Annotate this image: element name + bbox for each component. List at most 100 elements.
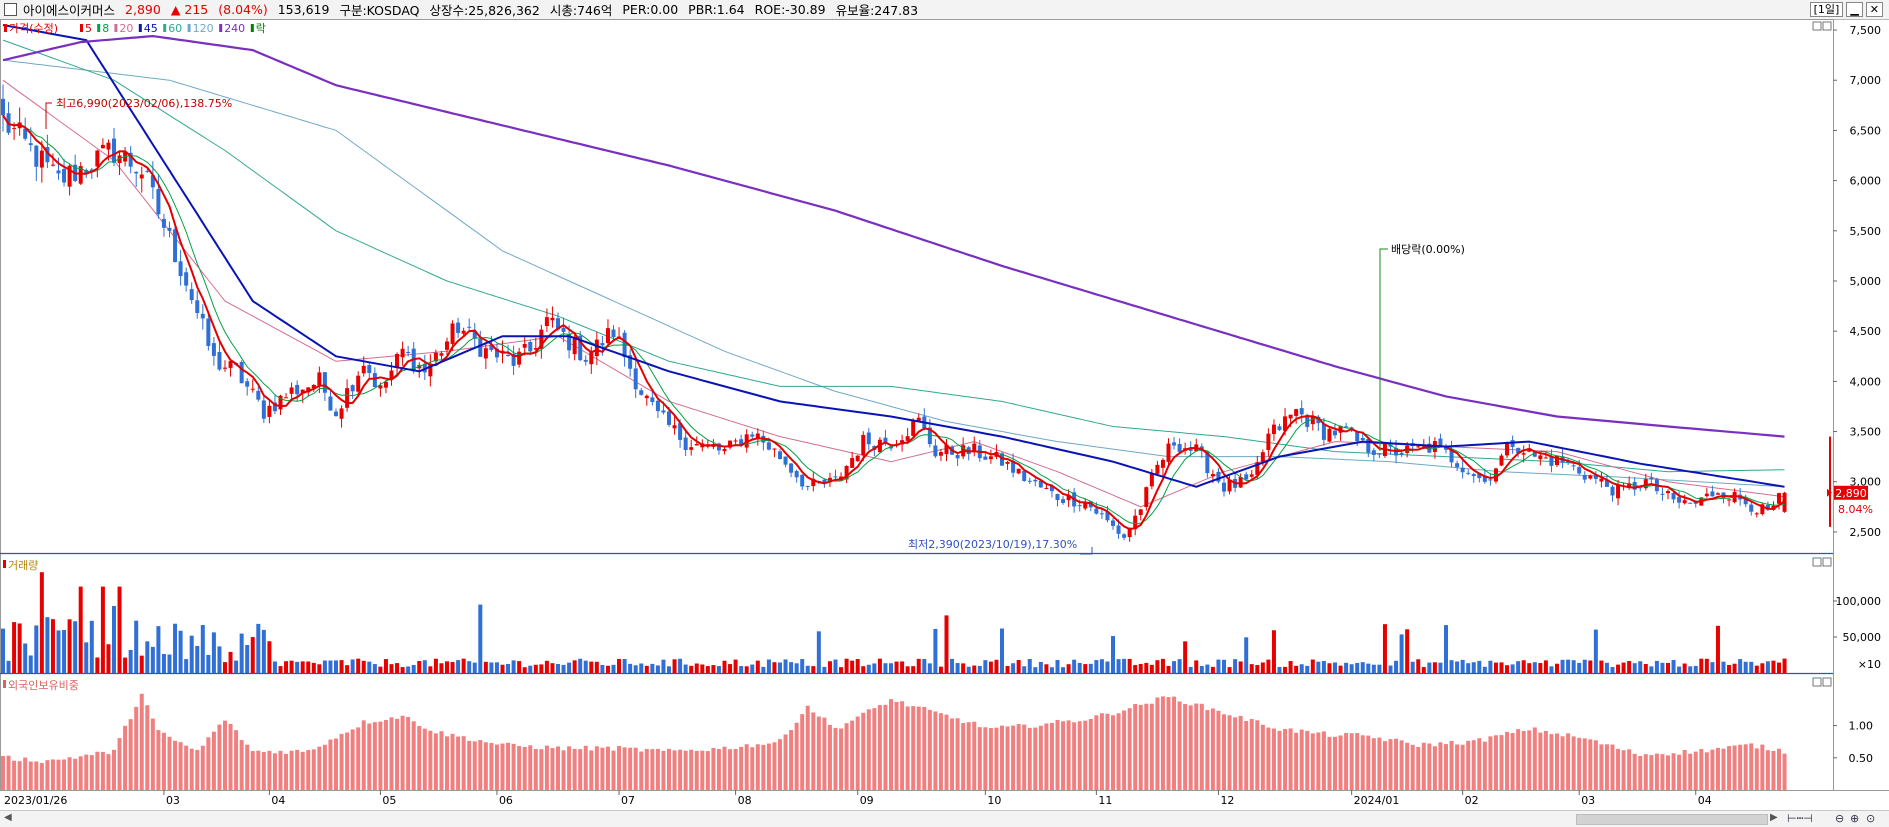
volume-bar — [1427, 662, 1432, 673]
volume-bar — [1466, 663, 1471, 673]
candle-body — [1149, 473, 1154, 487]
candle-body — [1715, 493, 1720, 495]
zoom-reset-icon[interactable]: ⊙ — [1866, 812, 1875, 825]
volume-bar — [250, 637, 255, 673]
candle-body — [406, 351, 411, 353]
volume-bar — [883, 663, 888, 673]
stock-chart[interactable]: 7,500 7,000 6,500 6,000 5,500 5,000 4,500 4,000… — [0, 19, 1889, 810]
volume-bar — [1543, 660, 1548, 673]
candle-body — [106, 142, 111, 150]
foreign-bar — [1305, 730, 1310, 790]
stock-header: 아이에스이커머스 2,890 ▲ 215 (8.04%) 153,619 구분:… — [0, 0, 1889, 20]
volume-bar — [927, 663, 932, 673]
candle-body — [789, 463, 794, 473]
candle-body — [1299, 408, 1304, 415]
candle-body — [478, 338, 483, 357]
foreign-bar — [933, 711, 938, 790]
candle-body — [1277, 426, 1282, 430]
volume-bar — [1499, 662, 1504, 673]
foreign-bar — [633, 747, 638, 790]
volume-bar — [1438, 662, 1443, 673]
volume-bar — [1327, 663, 1332, 673]
volume-bar — [1138, 663, 1143, 673]
foreign-bar — [228, 723, 233, 790]
volume-bar — [211, 632, 216, 673]
zoom-out-icon[interactable]: ⊖ — [1835, 812, 1844, 825]
volume-bar — [711, 665, 716, 673]
candle-body — [317, 372, 322, 386]
volume-bar — [1166, 665, 1171, 673]
volume-bar — [805, 665, 810, 673]
foreign-bar — [866, 709, 871, 790]
foreign-bar — [195, 749, 200, 790]
volume-bar — [295, 661, 300, 673]
foreign-bar — [128, 719, 133, 790]
foreign-bar — [211, 731, 216, 790]
foreign-bar — [1338, 735, 1343, 790]
volume-bar — [223, 662, 227, 673]
volume-bar — [933, 628, 938, 673]
volume-bar — [1099, 659, 1104, 673]
foreign-bar — [1083, 720, 1088, 790]
foreign-bar — [1321, 731, 1326, 790]
y-tick-label: 5,500 — [1850, 225, 1882, 238]
foreign-bar — [1444, 744, 1448, 790]
legend-swatch — [138, 24, 142, 32]
volume-bar — [1033, 667, 1038, 673]
foreign-bar — [1382, 741, 1387, 790]
candle-body — [1138, 509, 1143, 515]
y-tick-label: 3,500 — [1850, 426, 1882, 439]
horizontal-scrollbar[interactable]: ◀ ▶ ⊢┉⊣ ⊖ ⊕ ⊙ — [0, 810, 1889, 827]
candle-body — [639, 390, 644, 395]
candle-body — [1754, 513, 1759, 515]
foreign-bar — [977, 727, 982, 790]
ma5-line — [2, 114, 1786, 531]
foreign-bar — [1616, 748, 1621, 790]
foreign-bar — [1727, 746, 1732, 790]
foreign-bar — [1333, 736, 1337, 790]
volume-bar — [345, 665, 350, 673]
window-minimize-button[interactable]: ▁ — [1846, 2, 1863, 17]
foreign-bar — [1066, 720, 1071, 790]
foreign-bar — [539, 749, 544, 790]
foreign-bar — [639, 751, 644, 790]
volume-bar — [1283, 666, 1288, 673]
candle-body — [1599, 478, 1604, 482]
high-marker-line — [45, 102, 52, 129]
candle-body — [50, 164, 55, 166]
foreign-bar — [1127, 708, 1132, 790]
volume-bar — [866, 664, 871, 673]
candle-body — [256, 390, 261, 400]
foreign-bar — [472, 741, 477, 790]
volume-bar — [422, 660, 427, 673]
foreign-bar — [356, 727, 361, 790]
scroll-left-icon[interactable]: ◀ — [4, 812, 12, 823]
volume-bar — [522, 667, 527, 673]
y-tick-label: 4,000 — [1850, 375, 1882, 388]
foreign-bar — [1144, 703, 1149, 790]
foreign-bar — [1288, 728, 1293, 790]
zoom-range-icon[interactable]: ⊢┉⊣ — [1787, 812, 1813, 825]
volume-bar — [78, 586, 83, 673]
foreign-bar — [533, 748, 538, 790]
foreign-bar — [100, 751, 105, 790]
period-button[interactable]: [1일] — [1809, 2, 1844, 17]
volume-bar — [800, 659, 805, 673]
window-close-button[interactable]: ✕ — [1865, 2, 1883, 17]
scroll-thumb[interactable] — [1576, 814, 1768, 825]
zoom-in-icon[interactable]: ⊕ — [1850, 812, 1859, 825]
volume-bar — [650, 663, 655, 673]
volume-bar — [506, 663, 511, 673]
stock-name[interactable]: 아이에스이커머스 — [23, 0, 115, 19]
foreign-bar — [1366, 735, 1371, 790]
volume-bar — [34, 625, 39, 673]
candle-body — [1, 98, 5, 116]
legend-swatch — [4, 24, 7, 32]
volume-bar — [1610, 667, 1615, 673]
foreign-bar — [278, 750, 283, 790]
retention-rate: 유보율:247.83 — [835, 3, 919, 18]
scroll-right-icon[interactable]: ▶ — [1770, 812, 1778, 823]
foreign-bar — [467, 740, 472, 790]
select-checkbox[interactable] — [4, 3, 17, 16]
foreign-bar — [955, 718, 960, 790]
